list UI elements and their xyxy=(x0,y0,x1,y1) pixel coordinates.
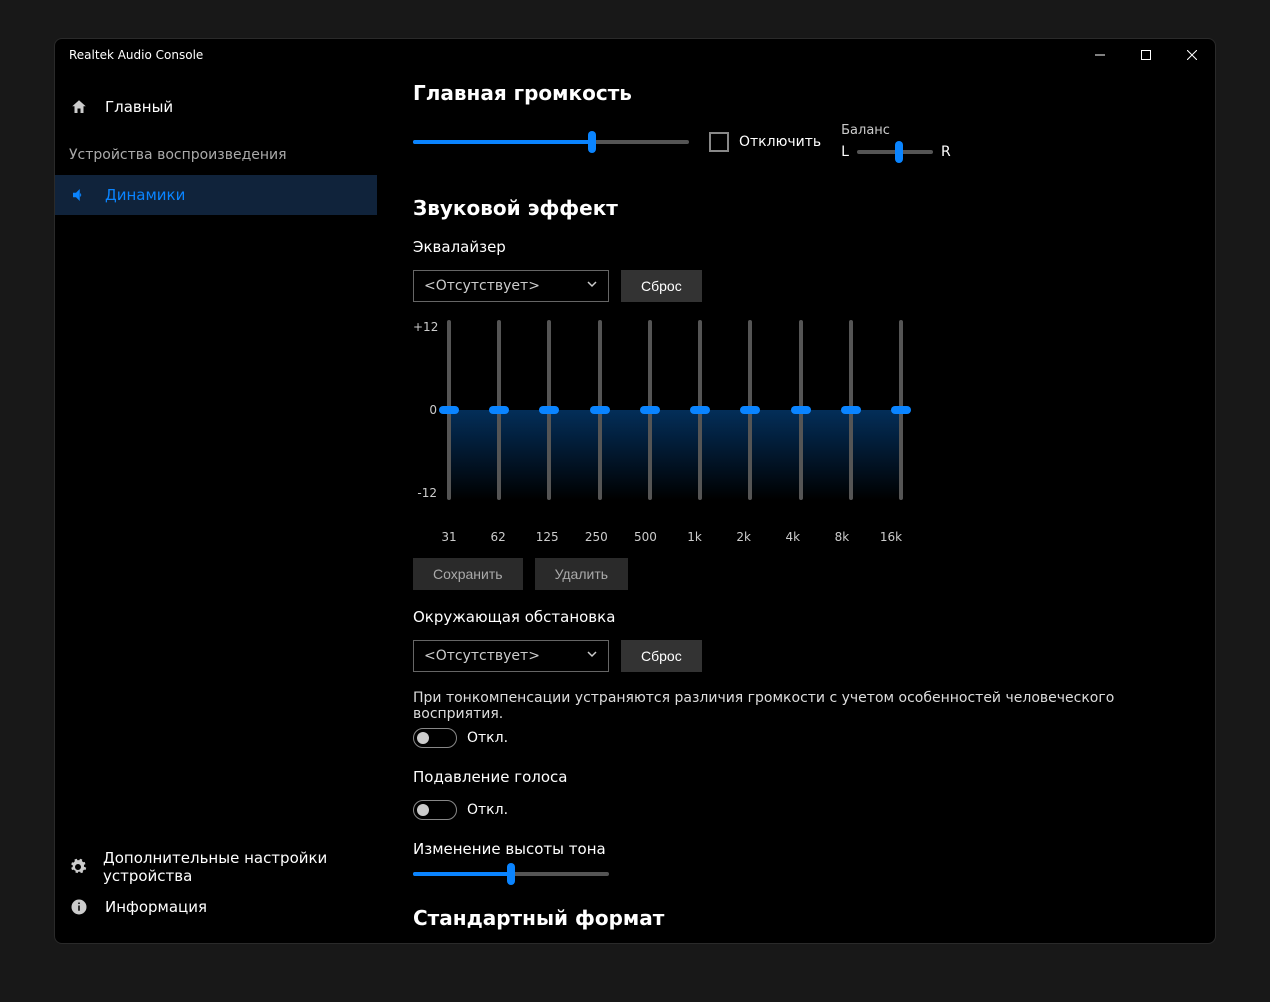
window-controls xyxy=(1077,39,1215,71)
sidebar-section-playback: Устройства воспроизведения xyxy=(55,127,377,175)
voice-cancel-state: Откл. xyxy=(467,802,508,818)
loudness-toggle[interactable] xyxy=(413,728,457,748)
eq-reset-button[interactable]: Сброс xyxy=(621,270,702,302)
format-heading: Стандартный формат xyxy=(413,906,1179,930)
sidebar-item-home[interactable]: Главный xyxy=(55,87,377,127)
eq-band-label: 2k xyxy=(732,530,756,544)
equalizer: +12 0 -12 xyxy=(413,320,903,520)
eq-band-slider[interactable] xyxy=(899,320,903,500)
balance-label: Баланс xyxy=(841,123,951,138)
titlebar: Realtek Audio Console xyxy=(55,39,1215,71)
speaker-icon xyxy=(69,185,89,205)
eq-band-slider[interactable] xyxy=(849,320,853,500)
loudness-state: Откл. xyxy=(467,730,508,746)
sidebar-item-speakers[interactable]: Динамики xyxy=(55,175,377,215)
balance-right-label: R xyxy=(941,144,951,160)
eq-band-label: 125 xyxy=(535,530,559,544)
eq-band-label: 500 xyxy=(633,530,657,544)
eq-band-slider[interactable] xyxy=(799,320,803,500)
chevron-down-icon xyxy=(586,278,598,294)
eq-band-label: 62 xyxy=(486,530,510,544)
balance-left-label: L xyxy=(841,144,849,160)
app-title: Realtek Audio Console xyxy=(69,48,203,62)
main-panel: Главная громкость Отключить Баланс L xyxy=(377,71,1215,943)
eq-band-label: 8k xyxy=(830,530,854,544)
eq-delete-button[interactable]: Удалить xyxy=(535,558,628,590)
eq-band-slider[interactable] xyxy=(598,320,602,500)
env-heading: Окружающая обстановка xyxy=(413,608,1179,626)
info-icon xyxy=(69,897,89,917)
eq-band-slider[interactable] xyxy=(447,320,451,500)
env-preset-value: <Отсутствует> xyxy=(424,648,540,664)
eq-save-button[interactable]: Сохранить xyxy=(413,558,523,590)
voice-cancel-heading: Подавление голоса xyxy=(413,768,1179,786)
eq-band-label: 1k xyxy=(683,530,707,544)
volume-heading: Главная громкость xyxy=(413,81,1179,105)
sidebar-item-info[interactable]: Информация xyxy=(55,887,377,927)
eq-band-slider[interactable] xyxy=(497,320,501,500)
eq-band-label: 31 xyxy=(437,530,461,544)
eq-scale-top: +12 xyxy=(413,320,437,334)
eq-heading: Эквалайзер xyxy=(413,238,1179,256)
eq-band-slider[interactable] xyxy=(698,320,702,500)
eq-band-label: 250 xyxy=(584,530,608,544)
gear-icon xyxy=(69,857,87,877)
sidebar-item-label: Главный xyxy=(105,98,173,116)
sidebar-item-advanced[interactable]: Дополнительные настройки устройства xyxy=(55,847,377,887)
sidebar-item-label: Информация xyxy=(105,898,207,916)
mute-label: Отключить xyxy=(739,134,821,150)
eq-preset-value: <Отсутствует> xyxy=(424,278,540,294)
eq-scale-mid: 0 xyxy=(413,403,437,417)
home-icon xyxy=(69,97,89,117)
voice-cancel-toggle[interactable] xyxy=(413,800,457,820)
env-reset-button[interactable]: Сброс xyxy=(621,640,702,672)
minimize-button[interactable] xyxy=(1077,39,1123,71)
pitch-slider[interactable] xyxy=(413,872,609,876)
eq-band-labels: 31621252505001k2k4k8k16k xyxy=(447,530,903,544)
pitch-heading: Изменение высоты тона xyxy=(413,840,1179,858)
eq-band-slider[interactable] xyxy=(648,320,652,500)
close-button[interactable] xyxy=(1169,39,1215,71)
effects-heading: Звуковой эффект xyxy=(413,196,1179,220)
eq-band-slider[interactable] xyxy=(748,320,752,500)
eq-band-label: 4k xyxy=(781,530,805,544)
chevron-down-icon xyxy=(586,648,598,664)
volume-slider[interactable] xyxy=(413,140,689,144)
sidebar-item-label: Динамики xyxy=(105,186,185,204)
eq-preset-dropdown[interactable]: <Отсутствует> xyxy=(413,270,609,302)
loudness-desc: При тонкомпенсации устраняются различия … xyxy=(413,690,1179,722)
mute-checkbox[interactable] xyxy=(709,132,729,152)
env-preset-dropdown[interactable]: <Отсутствует> xyxy=(413,640,609,672)
sidebar: Главный Устройства воспроизведения Динам… xyxy=(55,71,377,943)
eq-band-slider[interactable] xyxy=(547,320,551,500)
eq-scale-bot: -12 xyxy=(413,486,437,500)
eq-band-label: 16k xyxy=(879,530,903,544)
sidebar-item-label: Дополнительные настройки устройства xyxy=(103,849,377,885)
maximize-button[interactable] xyxy=(1123,39,1169,71)
app-window: Realtek Audio Console Главный Устройства… xyxy=(54,38,1216,944)
balance-slider[interactable] xyxy=(857,150,933,154)
